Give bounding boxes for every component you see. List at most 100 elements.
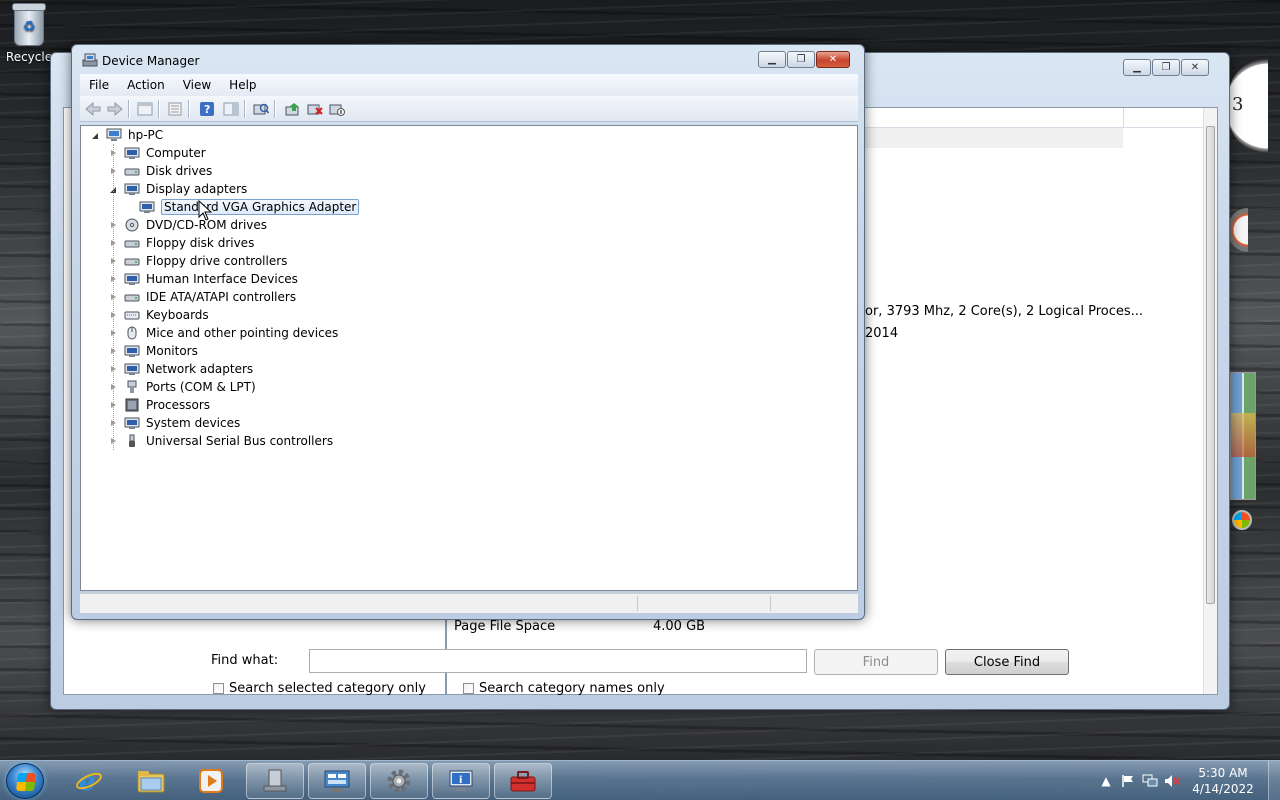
tree-item-universal-serial-bus-controllers[interactable]: Universal Serial Bus controllers: [109, 432, 333, 450]
window-title: Device Manager: [102, 54, 200, 68]
clock-date: 4/14/2022: [1192, 782, 1254, 796]
tree-item-network-adapters[interactable]: Network adapters: [109, 360, 253, 378]
tree-item-standard-vga-graphics-adapter[interactable]: Standard VGA Graphics Adapter: [139, 198, 360, 216]
tree-item-computer[interactable]: Computer: [109, 144, 206, 162]
taskbar-system-app[interactable]: [246, 763, 304, 799]
disk-device-icon: [124, 294, 140, 302]
tree-item-floppy-drive-controllers[interactable]: Floppy drive controllers: [109, 252, 287, 270]
search-category-names-checkbox[interactable]: Search category names only: [463, 681, 665, 696]
tree-item-ide-ata-atapi-controllers[interactable]: IDE ATA/ATAPI controllers: [109, 288, 296, 306]
tree-item-display-adapters[interactable]: Display adapters: [109, 180, 247, 198]
taskbar-system-information[interactable]: [308, 763, 366, 799]
tree-item-label: Floppy disk drives: [146, 236, 255, 250]
chip-device-icon: [125, 398, 139, 412]
tree-item-human-interface-devices[interactable]: Human Interface Devices: [109, 270, 298, 288]
tree-item-label: Keyboards: [146, 308, 209, 322]
tree-item-floppy-disk-drives[interactable]: Floppy disk drives: [109, 234, 254, 252]
close-button[interactable]: ✕: [1181, 59, 1209, 76]
network-icon[interactable]: [1142, 773, 1158, 789]
show-hidden-icons-icon[interactable]: ▲: [1098, 773, 1114, 789]
tree-item-label: System devices: [146, 416, 241, 430]
menu-help[interactable]: Help: [220, 78, 265, 92]
taskbar-clock[interactable]: 5:30 AM 4/14/2022: [1188, 765, 1258, 797]
menu-view[interactable]: View: [174, 78, 220, 92]
device-tree[interactable]: hp-PC Computer Disk drives Display adapter…: [80, 125, 858, 591]
tree-item-mice-and-other-pointing-devices[interactable]: Mice and other pointing devices: [109, 324, 338, 342]
tree-item-label: Computer: [146, 146, 206, 160]
scrollbar-thumb[interactable]: [1206, 126, 1215, 604]
show-desktop-button[interactable]: [1268, 761, 1280, 800]
system-computer-icon: [263, 769, 287, 792]
tree-guide-line: [113, 144, 114, 450]
maximize-button[interactable]: ❐: [1152, 59, 1180, 76]
checkbox-label: Search category names only: [479, 681, 665, 696]
windows-logo-gadget-icon[interactable]: [1232, 510, 1252, 530]
status-bar: [80, 593, 858, 613]
action-center-flag-icon[interactable]: [1120, 773, 1136, 789]
menu-bar: File Action View Help: [80, 74, 858, 96]
tree-item-label: Standard VGA Graphics Adapter: [161, 199, 360, 215]
tree-root-node[interactable]: hp-PC: [91, 126, 163, 144]
show-hide-console-tree-icon[interactable]: [136, 101, 153, 117]
tree-item-dvd-cd-rom-drives[interactable]: DVD/CD-ROM drives: [109, 216, 267, 234]
action-pane-icon[interactable]: [222, 101, 239, 117]
svg-text:?: ?: [204, 103, 210, 116]
gear-icon: [387, 769, 411, 793]
media-player-icon: [199, 769, 223, 793]
recycle-bin-icon: [12, 3, 46, 46]
default-device-icon: [124, 273, 140, 285]
tree-item-label: Ports (COM & LPT): [146, 380, 256, 394]
default-device-icon: [124, 345, 140, 357]
svg-text:i: i: [459, 775, 462, 786]
maximize-button[interactable]: ❐: [787, 51, 815, 68]
folder-icon: [137, 771, 165, 793]
disable-device-icon[interactable]: [328, 101, 345, 117]
devmgr-window-controls: ▁ ❐ ✕: [758, 51, 850, 68]
update-driver-icon[interactable]: [284, 101, 301, 117]
taskbar-settings[interactable]: [370, 763, 428, 799]
clock-time: 5:30 AM: [1198, 766, 1248, 780]
tree-item-keyboards[interactable]: Keyboards: [109, 306, 209, 324]
menu-file[interactable]: File: [80, 78, 118, 92]
help-icon[interactable]: ?: [198, 101, 215, 117]
checkbox-box[interactable]: [213, 683, 224, 694]
recycle-bin-shortcut[interactable]: Recycle: [4, 3, 54, 64]
taskbar-toolbox-app[interactable]: [494, 763, 552, 799]
close-button[interactable]: ✕: [816, 51, 850, 68]
forward-arrow-icon[interactable]: [106, 101, 123, 117]
tree-item-label: Mice and other pointing devices: [146, 326, 339, 340]
tree-item-ports-com-lpt[interactable]: Ports (COM & LPT): [109, 378, 256, 396]
back-arrow-icon[interactable]: [84, 101, 101, 117]
tree-item-label: Display adapters: [146, 182, 248, 196]
checkbox-box[interactable]: [463, 683, 474, 694]
default-device-icon: [124, 147, 140, 159]
details-scrollbar[interactable]: [1203, 108, 1217, 694]
default-device-icon: [124, 183, 140, 195]
search-selected-category-checkbox[interactable]: Search selected category only: [213, 681, 426, 696]
tree-item-monitors[interactable]: Monitors: [109, 342, 198, 360]
minimize-button[interactable]: ▁: [1123, 59, 1151, 76]
find-bar: Find what: Find Close Find Search select…: [63, 647, 1218, 701]
usb-device-icon: [129, 434, 135, 447]
tree-item-system-devices[interactable]: System devices: [109, 414, 240, 432]
find-what-input[interactable]: [309, 649, 807, 673]
default-device-icon: [139, 201, 155, 213]
find-button[interactable]: Find: [814, 649, 938, 675]
volume-muted-icon[interactable]: [1164, 773, 1180, 789]
properties-icon[interactable]: [166, 101, 183, 117]
collapse-arrow-icon[interactable]: [91, 131, 100, 140]
taskbar-device-manager[interactable]: i: [432, 763, 490, 799]
recycle-bin-label: Recycle: [5, 50, 53, 64]
close-find-button[interactable]: Close Find: [945, 649, 1069, 675]
minimize-button[interactable]: ▁: [758, 51, 786, 68]
slideshow-gadget[interactable]: [1230, 372, 1256, 500]
tree-item-disk-drives[interactable]: Disk drives: [109, 162, 212, 180]
taskbar-media-player[interactable]: [182, 763, 240, 799]
start-button[interactable]: [6, 763, 44, 799]
menu-action[interactable]: Action: [118, 78, 174, 92]
scan-hardware-changes-icon[interactable]: [252, 101, 269, 117]
uninstall-device-icon[interactable]: [306, 101, 323, 117]
taskbar-internet-explorer[interactable]: e: [60, 763, 118, 799]
tree-item-processors[interactable]: Processors: [109, 396, 210, 414]
taskbar-windows-explorer[interactable]: [122, 763, 180, 799]
